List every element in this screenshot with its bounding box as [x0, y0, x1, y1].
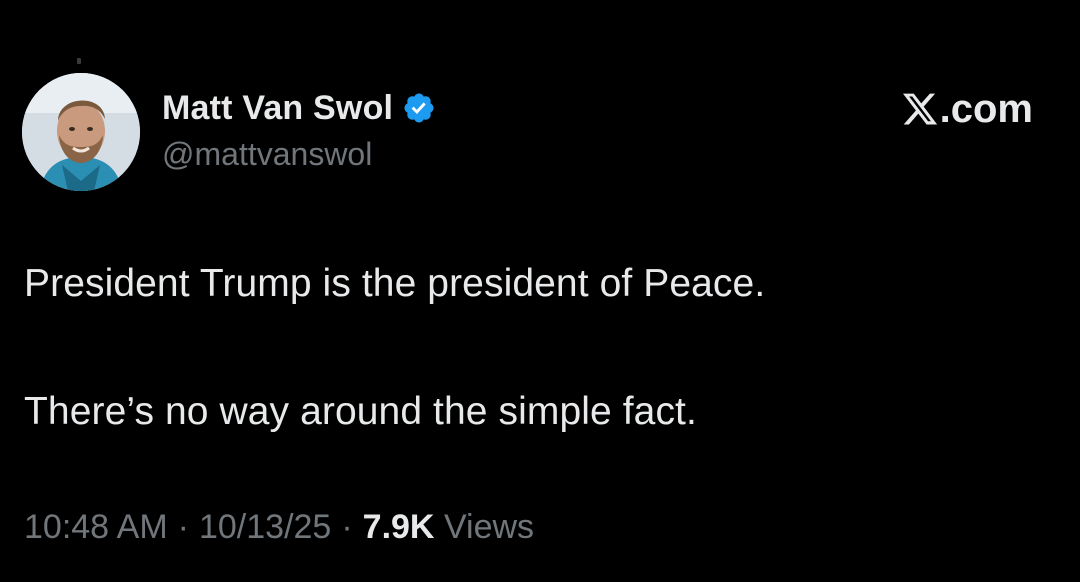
- avatar[interactable]: [22, 73, 140, 191]
- tweet-text-line-2: There’s no way around the simple fact.: [24, 390, 697, 433]
- author-handle[interactable]: @mattvanswol: [162, 136, 372, 173]
- profile-photo: [22, 73, 140, 191]
- x-com-watermark: .com: [901, 84, 1033, 134]
- tweet-text-line-1: President Trump is the president of Peac…: [24, 262, 766, 305]
- status-dot: [77, 58, 81, 64]
- x-com-label: .com: [939, 86, 1033, 131]
- tweet-date[interactable]: 10/13/25: [199, 508, 331, 546]
- meta-separator: ·: [177, 508, 189, 546]
- tweet-time[interactable]: 10:48 AM: [24, 508, 168, 546]
- views-count[interactable]: 7.9K: [363, 508, 435, 546]
- meta-separator: ·: [341, 508, 353, 546]
- author-name-row: Matt Van Swol: [162, 86, 436, 130]
- author-display-name[interactable]: Matt Van Swol: [162, 89, 393, 128]
- verified-badge-icon: [404, 93, 434, 123]
- x-logo-icon: [902, 93, 937, 125]
- tweet-meta: 10:48 AM · 10/13/25 · 7.9K Views: [24, 508, 534, 547]
- views-label: Views: [443, 508, 535, 546]
- tweet-card: Matt Van Swol @mattvanswol .com Presiden…: [0, 0, 1080, 582]
